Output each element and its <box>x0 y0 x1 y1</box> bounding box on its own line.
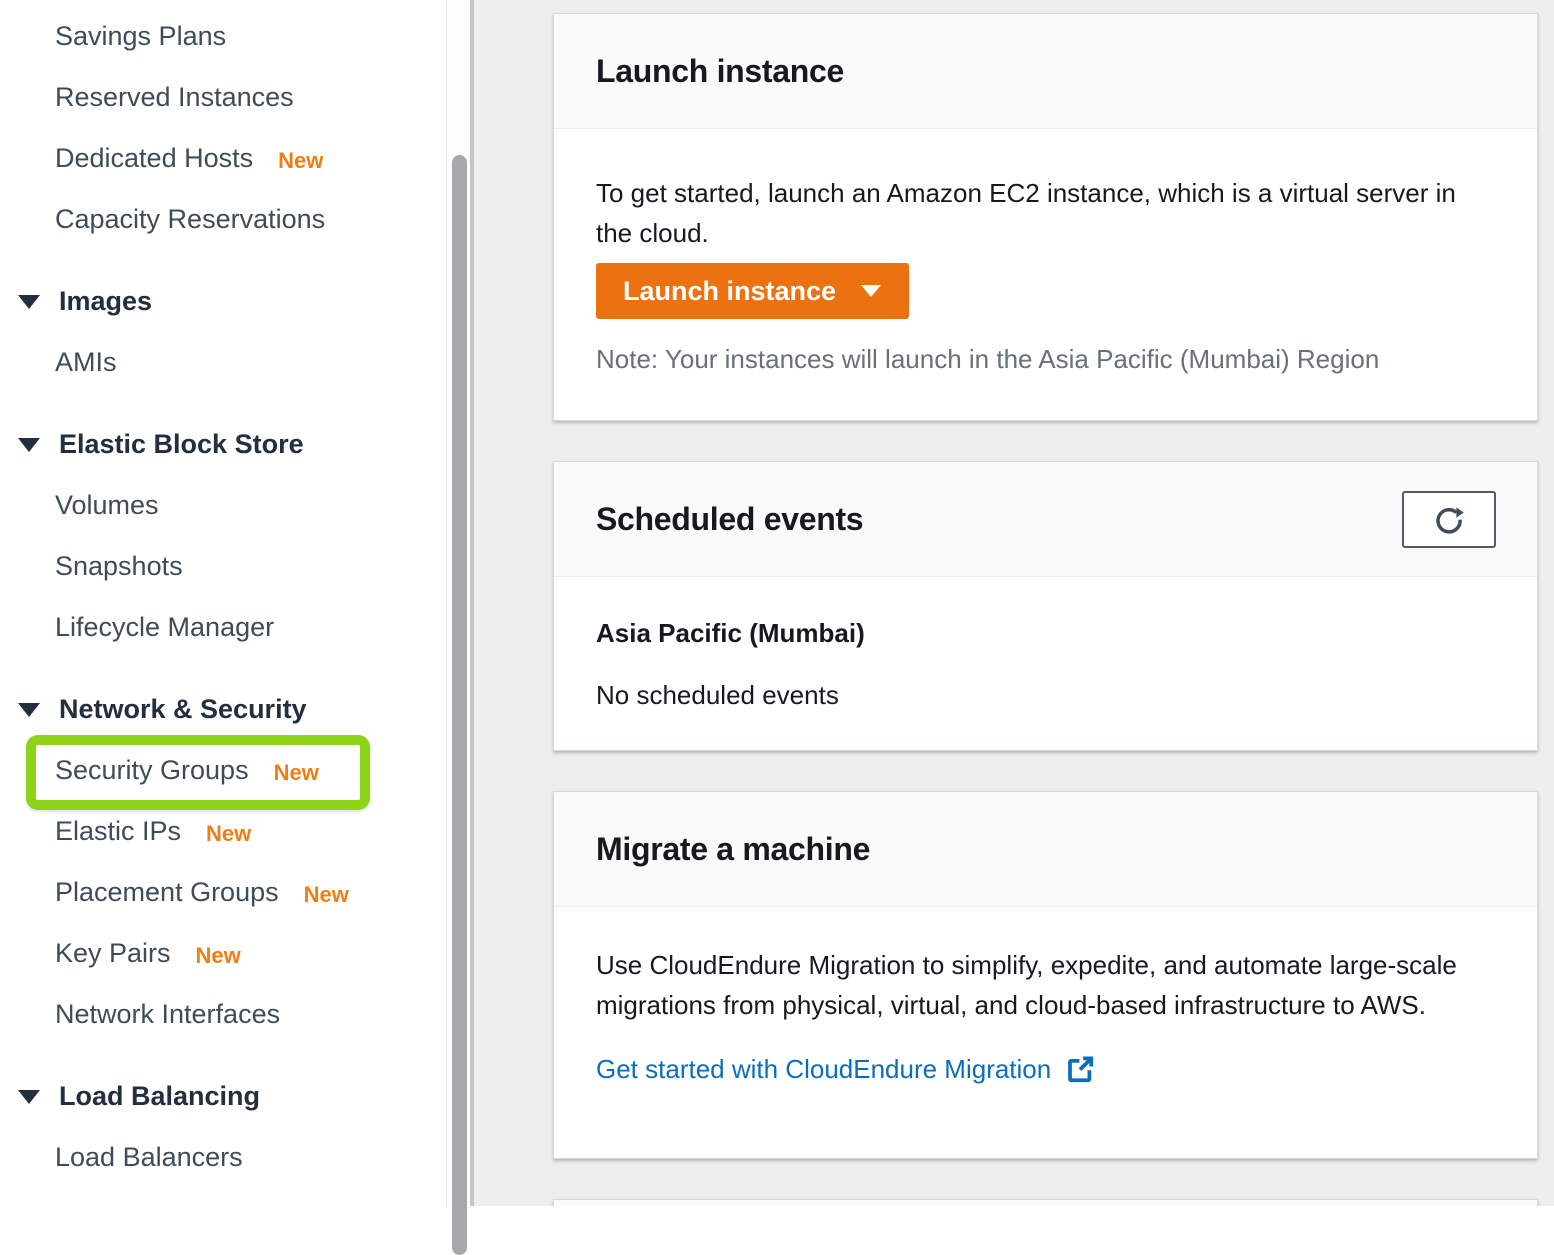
sidebar-item-dedicated-hosts[interactable]: Dedicated Hosts New <box>0 128 446 189</box>
sidebar-item-snapshots[interactable]: Snapshots <box>0 536 446 597</box>
sidebar-item-label: Security Groups <box>55 755 249 786</box>
sidebar-item-savings-plans[interactable]: Savings Plans <box>0 6 446 67</box>
new-badge: New <box>304 878 349 908</box>
external-link-icon <box>1065 1054 1095 1084</box>
collapse-triangle-icon <box>18 1090 40 1104</box>
new-badge: New <box>206 817 251 847</box>
sidebar-section-load-balancing[interactable]: Load Balancing <box>0 1066 446 1127</box>
refresh-button[interactable] <box>1402 491 1496 548</box>
new-badge: New <box>274 756 319 786</box>
next-card-peek <box>553 1199 1538 1206</box>
sidebar-item-label: AMIs <box>55 347 117 378</box>
region-name: Asia Pacific (Mumbai) <box>596 613 1495 653</box>
collapse-triangle-icon <box>18 703 40 717</box>
migrate-machine-card: Migrate a machine Use CloudEndure Migrat… <box>553 791 1538 1159</box>
cloudendure-migration-link[interactable]: Get started with CloudEndure Migration <box>596 1049 1095 1089</box>
sidebar-item-label: Placement Groups <box>55 877 279 908</box>
sidebar-item-label: Capacity Reservations <box>55 204 325 235</box>
sidebar-section-label: Images <box>59 286 152 317</box>
sidebar-item-key-pairs[interactable]: Key Pairs New <box>0 923 446 984</box>
card-title: Migrate a machine <box>596 831 870 868</box>
caret-down-icon <box>860 283 882 299</box>
sidebar-item-amis[interactable]: AMIs <box>0 332 446 393</box>
sidebar-section-label: Elastic Block Store <box>59 429 304 460</box>
sidebar-item-capacity-reservations[interactable]: Capacity Reservations <box>0 189 446 250</box>
refresh-icon <box>1432 503 1466 537</box>
launch-instance-button[interactable]: Launch instance <box>596 263 909 319</box>
sidebar-item-label: Elastic IPs <box>55 816 181 847</box>
no-scheduled-events-text: No scheduled events <box>596 675 1495 715</box>
sidebar-item-label: Load Balancers <box>55 1142 243 1173</box>
collapse-triangle-icon <box>18 295 40 309</box>
scheduled-events-card-header: Scheduled events <box>554 462 1537 577</box>
new-badge: New <box>278 144 323 174</box>
sidebar-item-volumes[interactable]: Volumes <box>0 475 446 536</box>
launch-instance-card-body: To get started, launch an Amazon EC2 ins… <box>554 129 1537 379</box>
sidebar-section-network-security[interactable]: Network & Security <box>0 679 446 740</box>
sidebar-item-label: Snapshots <box>55 551 183 582</box>
sidebar-item-label: Reserved Instances <box>55 82 294 113</box>
sidebar-section-images[interactable]: Images <box>0 271 446 332</box>
new-badge: New <box>196 939 241 969</box>
launch-instance-description: To get started, launch an Amazon EC2 ins… <box>596 173 1476 253</box>
card-title: Scheduled events <box>596 501 863 538</box>
sidebar-item-security-groups[interactable]: Security Groups New <box>0 740 446 801</box>
next-card-header <box>554 1200 1537 1206</box>
collapse-triangle-icon <box>18 438 40 452</box>
launch-instance-card: Launch instance To get started, launch a… <box>553 13 1538 421</box>
migrate-description: Use CloudEndure Migration to simplify, e… <box>596 945 1495 1025</box>
launch-instance-card-header: Launch instance <box>554 14 1537 129</box>
card-title: Launch instance <box>596 53 844 90</box>
launch-instance-button-label: Launch instance <box>623 276 836 307</box>
cloudendure-migration-link-label: Get started with CloudEndure Migration <box>596 1049 1051 1089</box>
sidebar-section-elastic-block-store[interactable]: Elastic Block Store <box>0 414 446 475</box>
scheduled-events-card: Scheduled events Asia Pacific (Mumbai) N… <box>553 461 1538 751</box>
migrate-machine-card-header: Migrate a machine <box>554 792 1537 907</box>
sidebar-item-label: Dedicated Hosts <box>55 143 253 174</box>
sidebar-item-load-balancers[interactable]: Load Balancers <box>0 1127 446 1188</box>
sidebar-item-label: Savings Plans <box>55 21 226 52</box>
sidebar-item-reserved-instances[interactable]: Reserved Instances <box>0 67 446 128</box>
sidebar-section-label: Network & Security <box>59 694 307 725</box>
sidebar-item-label: Volumes <box>55 490 159 521</box>
sidebar-item-label: Lifecycle Manager <box>55 612 274 643</box>
sidebar-item-label: Network Interfaces <box>55 999 280 1030</box>
sidebar-scrollbar-thumb[interactable] <box>452 155 467 1255</box>
sidebar-section-label: Load Balancing <box>59 1081 260 1112</box>
ec2-sidebar-nav: Savings Plans Reserved Instances Dedicat… <box>0 0 446 1206</box>
sidebar-item-placement-groups[interactable]: Placement Groups New <box>0 862 446 923</box>
sidebar-item-label: Key Pairs <box>55 938 171 969</box>
sidebar-item-elastic-ips[interactable]: Elastic IPs New <box>0 801 446 862</box>
scheduled-events-card-body: Asia Pacific (Mumbai) No scheduled event… <box>554 577 1537 715</box>
sidebar-item-lifecycle-manager[interactable]: Lifecycle Manager <box>0 597 446 658</box>
ec2-dashboard-content: Launch instance To get started, launch a… <box>474 0 1554 1206</box>
sidebar-item-network-interfaces[interactable]: Network Interfaces <box>0 984 446 1045</box>
region-note: Note: Your instances will launch in the … <box>596 339 1495 379</box>
migrate-machine-card-body: Use CloudEndure Migration to simplify, e… <box>554 907 1537 1089</box>
sidebar-scrollbar-track <box>446 0 470 1206</box>
